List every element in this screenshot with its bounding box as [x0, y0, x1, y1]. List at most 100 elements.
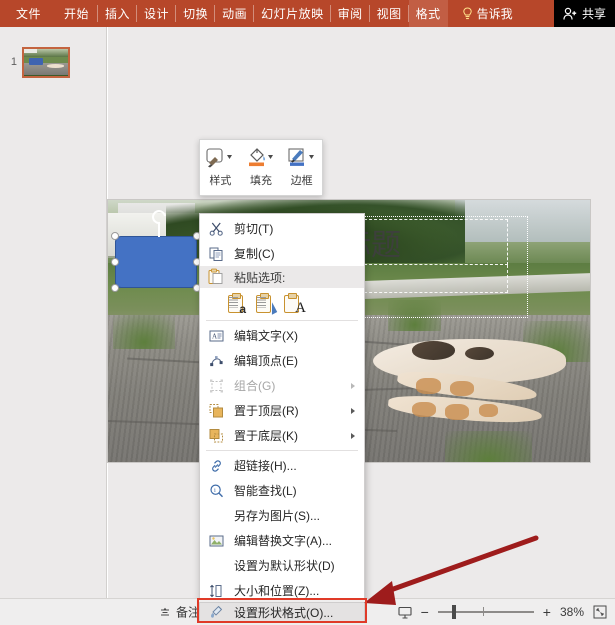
- svg-text:i: i: [214, 487, 216, 494]
- tab-view[interactable]: 视图: [370, 0, 409, 27]
- menu-item-group-label: 组合(G): [234, 378, 276, 393]
- shape-style-icon: [205, 146, 235, 170]
- menu-item-size-and-position-label: 大小和位置(Z)...: [234, 583, 320, 598]
- resize-handle-sw[interactable]: [111, 284, 119, 292]
- menu-item-edit-alt-text[interactable]: 编辑替换文字(A)...: [200, 528, 364, 553]
- zoom-out-button[interactable]: −: [421, 605, 429, 619]
- menu-item-smart-lookup-label: 智能查找(L): [234, 483, 297, 498]
- menu-item-save-as-picture[interactable]: 另存为图片(S)...: [200, 503, 364, 528]
- paste-options-header: 粘贴选项:: [200, 266, 364, 288]
- menu-item-copy-label: 复制(C): [234, 246, 275, 261]
- menu-separator: [206, 450, 358, 451]
- tab-design[interactable]: 设计: [137, 0, 177, 27]
- slide-thumbnail-pane: 1: [0, 27, 107, 598]
- tab-format[interactable]: 格式: [408, 0, 448, 27]
- resize-handle-nw[interactable]: [111, 232, 119, 240]
- menu-item-save-as-picture-label: 另存为图片(S)...: [234, 508, 320, 523]
- paste-theme-icon[interactable]: [254, 292, 278, 315]
- status-format-shape-label: 设置形状格式(O)...: [234, 606, 334, 620]
- blue-rounded-rectangle[interactable]: [115, 236, 197, 288]
- menu-item-set-default-shape[interactable]: 设置为默认形状(D): [200, 553, 364, 578]
- clipboard-icon: [208, 268, 225, 286]
- tab-slideshow-label: 幻灯片放映: [261, 7, 324, 21]
- tab-home[interactable]: 开始: [55, 0, 99, 27]
- tab-review[interactable]: 审阅: [331, 0, 370, 27]
- copy-icon: [208, 245, 225, 262]
- paste-text-only-icon[interactable]: A: [282, 292, 306, 315]
- mini-fill-button[interactable]: 填充: [242, 146, 280, 188]
- menu-item-bring-to-front[interactable]: 置于顶层(R): [200, 398, 364, 423]
- status-format-shape-command[interactable]: 设置形状格式(O)...: [199, 602, 365, 623]
- menu-item-group: 组合(G): [200, 373, 364, 398]
- tab-home-label: 开始: [64, 7, 90, 21]
- mini-style-label: 样式: [209, 175, 232, 187]
- size-position-icon: [208, 582, 225, 599]
- menu-item-edit-text[interactable]: A 编辑文字(X): [200, 323, 364, 348]
- zoom-slider-thumb[interactable]: [452, 605, 457, 619]
- hyperlink-icon: [208, 457, 225, 474]
- menu-item-copy[interactable]: 复制(C): [200, 241, 364, 266]
- person-share-icon: [563, 7, 578, 21]
- mini-fill-label: 填充: [249, 175, 272, 187]
- tab-file-label: 文件: [16, 7, 42, 21]
- chevron-right-icon: [351, 407, 355, 414]
- tell-me-box[interactable]: 告诉我: [448, 0, 523, 27]
- tab-review-label: 审阅: [337, 7, 363, 21]
- format-shape-icon: [209, 604, 226, 621]
- tab-animations-label: 动画: [222, 7, 248, 21]
- menu-item-edit-points-label: 编辑顶点(E): [234, 353, 298, 368]
- menu-item-send-to-back[interactable]: 置于底层(K): [200, 423, 364, 448]
- menu-separator: [206, 320, 358, 321]
- menu-item-cut-label: 剪切(T): [234, 221, 274, 236]
- share-button[interactable]: 共享: [553, 0, 615, 27]
- fit-slide-icon[interactable]: [593, 605, 607, 619]
- menu-item-edit-points[interactable]: 编辑顶点(E): [200, 348, 364, 373]
- mini-outline-button[interactable]: 边框: [283, 146, 321, 188]
- presenter-view-icon[interactable]: [398, 606, 412, 619]
- tab-slideshow[interactable]: 幻灯片放映: [254, 0, 331, 27]
- edit-alt-text-icon: [208, 532, 225, 549]
- save-as-picture-icon: [208, 507, 225, 524]
- chevron-right-icon: [351, 382, 355, 389]
- menu-item-set-default-shape-label: 设置为默认形状(D): [234, 558, 335, 573]
- menu-item-cut[interactable]: 剪切(T): [200, 216, 364, 241]
- outline-pen-icon: [287, 146, 317, 170]
- thumbnail-image: [24, 48, 68, 76]
- ribbon-tab-bar: 文件 开始 插入 设计 切换 动画 幻灯片放映 审阅 视图 格式 告诉我 共享: [0, 0, 615, 27]
- share-label: 共享: [581, 7, 606, 21]
- paste-options-label: 粘贴选项:: [234, 270, 286, 285]
- tell-me-label: 告诉我: [476, 7, 513, 21]
- menu-item-hyperlink[interactable]: 超链接(H)...: [200, 453, 364, 478]
- tab-insert-label: 插入: [105, 7, 131, 21]
- thumbnail-number: 1: [10, 56, 17, 68]
- tab-insert[interactable]: 插入: [98, 0, 138, 27]
- scissors-icon: [208, 220, 225, 237]
- notes-button[interactable]: 备注: [159, 604, 200, 621]
- selected-shape[interactable]: [111, 207, 201, 292]
- edit-points-icon: [208, 352, 225, 369]
- zoom-slider[interactable]: [437, 605, 534, 619]
- status-right-controls: − + 38%: [398, 605, 607, 619]
- fill-bucket-icon: [246, 146, 276, 170]
- tab-animations[interactable]: 动画: [215, 0, 255, 27]
- tab-transitions[interactable]: 切换: [176, 0, 216, 27]
- zoom-in-button[interactable]: +: [543, 605, 551, 619]
- menu-item-smart-lookup[interactable]: i 智能查找(L): [200, 478, 364, 503]
- menu-item-send-to-back-label: 置于底层(K): [234, 428, 298, 443]
- tab-format-label: 格式: [415, 7, 441, 21]
- notes-icon: [159, 606, 171, 618]
- notes-label: 备注: [176, 605, 201, 620]
- powerpoint-window: 文件 开始 插入 设计 切换 动画 幻灯片放映 审阅 视图 格式 告诉我 共享 …: [0, 0, 615, 625]
- group-icon: [208, 377, 225, 394]
- thumbnail-preview[interactable]: [22, 46, 70, 78]
- thumbnail-slide-1[interactable]: 1: [0, 41, 107, 83]
- mini-style-button[interactable]: 样式: [201, 146, 239, 188]
- shape-context-menu: 剪切(T) 复制(C) 粘贴选项: a A A 编辑文字(X) 编辑顶点(E) …: [199, 213, 365, 625]
- paste-keep-source-icon[interactable]: a: [226, 292, 246, 315]
- tab-view-label: 视图: [376, 7, 402, 21]
- svg-text:A: A: [212, 332, 217, 340]
- zoom-level-label[interactable]: 38%: [560, 605, 584, 619]
- tab-file[interactable]: 文件: [0, 0, 55, 27]
- menu-item-edit-text-label: 编辑文字(X): [234, 328, 298, 343]
- resize-handle-w[interactable]: [111, 258, 119, 266]
